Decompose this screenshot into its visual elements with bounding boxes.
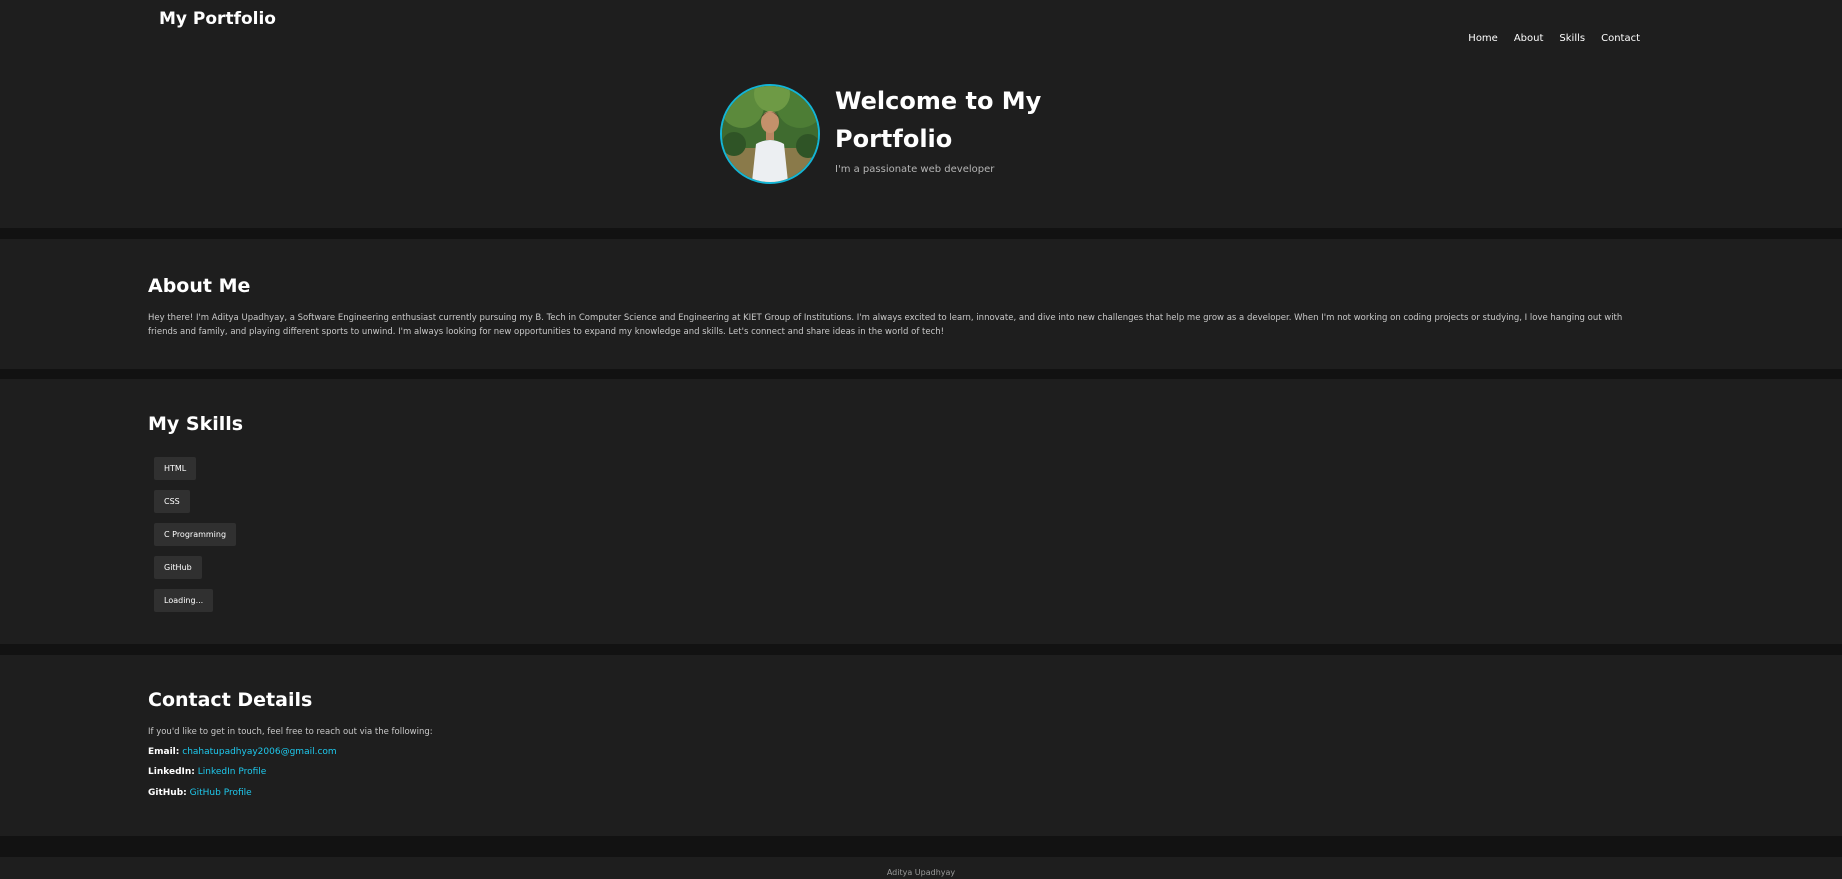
skill-item: GitHub xyxy=(154,555,236,588)
skill-badge-loading: Loading... xyxy=(154,589,214,612)
about-title: About Me xyxy=(148,275,251,297)
email-link[interactable]: chahatupadhyay2006@gmail.com xyxy=(182,747,336,757)
github-label: GitHub: xyxy=(148,788,187,798)
skill-list: HTML CSS C Programming GitHub Loading... xyxy=(154,456,237,621)
skill-item: HTML xyxy=(154,456,236,489)
footer-text: Aditya Upadhyay xyxy=(886,868,956,877)
profile-photo-icon xyxy=(722,86,818,182)
hero-section: Welcome to My Portfolio I'm a passionate… xyxy=(0,42,1842,228)
contact-github-row: GitHub: GitHub Profile xyxy=(148,788,252,798)
github-link[interactable]: GitHub Profile xyxy=(190,788,252,798)
about-text: Hey there! I'm Aditya Upadhyay, a Softwa… xyxy=(148,313,1623,337)
contact-linkedin-row: LinkedIn: LinkedIn Profile xyxy=(148,767,266,777)
contact-title: Contact Details xyxy=(148,689,313,711)
linkedin-label: LinkedIn: xyxy=(148,767,195,777)
skills-title: My Skills xyxy=(148,413,244,435)
site-footer: Aditya Upadhyay xyxy=(0,857,1842,879)
contact-section: Contact Details If you'd like to get in … xyxy=(0,655,1842,836)
linkedin-link[interactable]: LinkedIn Profile xyxy=(198,767,267,777)
skill-item: CSS xyxy=(154,489,236,522)
skill-badge-github: GitHub xyxy=(154,556,202,579)
hero-tagline: I'm a passionate web developer xyxy=(835,164,995,175)
profile-avatar xyxy=(720,84,820,184)
skill-badge-c-programming: C Programming xyxy=(154,523,237,546)
skill-item: C Programming xyxy=(154,522,237,555)
skill-badge-html: HTML xyxy=(154,457,197,480)
about-section: About Me Hey there! I'm Aditya Upadhyay,… xyxy=(0,239,1842,369)
skill-item: Loading... xyxy=(154,588,236,621)
site-header: My Portfolio Home About Skills Contact xyxy=(0,0,1842,44)
email-label: Email: xyxy=(148,747,180,757)
hero-title: Welcome to My Portfolio xyxy=(835,87,1042,153)
contact-intro: If you'd like to get in touch, feel free… xyxy=(148,727,433,737)
contact-email-row: Email: chahatupadhyay2006@gmail.com xyxy=(148,747,337,757)
skills-section: My Skills HTML CSS C Programming GitHub … xyxy=(0,379,1842,644)
skill-badge-css: CSS xyxy=(154,490,190,513)
site-brand[interactable]: My Portfolio xyxy=(159,9,276,29)
